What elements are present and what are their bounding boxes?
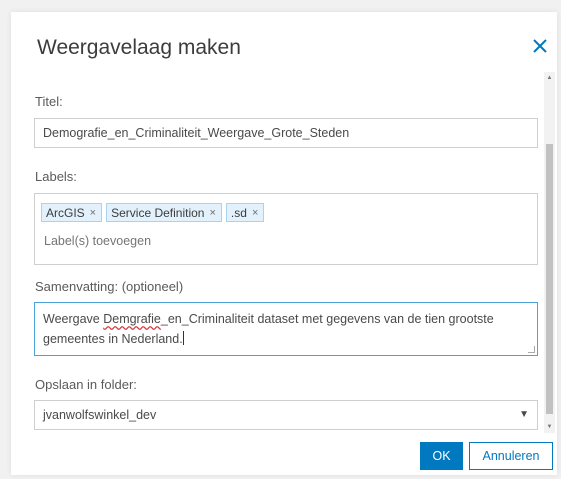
remove-tag-icon[interactable]: ×: [252, 207, 258, 219]
tag-service-definition: Service Definition ×: [106, 203, 222, 222]
labels-label: Labels:: [35, 169, 77, 184]
create-view-layer-dialog: Weergavelaag maken Titel: Demografie_en_…: [11, 12, 557, 475]
resize-grip-icon[interactable]: [528, 346, 535, 353]
summary-text-rest: _en_Criminaliteit dataset met gegevens v…: [160, 312, 494, 326]
remove-tag-icon[interactable]: ×: [90, 207, 96, 219]
ok-button[interactable]: OK: [420, 442, 463, 470]
misspelled-word: Demgrafie: [103, 312, 161, 326]
dropdown-arrow-icon[interactable]: ▼: [519, 401, 529, 429]
title-label: Titel:: [35, 94, 63, 109]
scroll-down-icon[interactable]: ▼: [544, 421, 555, 433]
dialog-content: Titel: Demografie_en_Criminaliteit_Weerg…: [11, 72, 544, 430]
summary-label: Samenvatting: (optioneel): [35, 279, 184, 294]
folder-label: Opslaan in folder:: [35, 377, 137, 392]
summary-textarea[interactable]: Weergave Demgrafie_en_Criminaliteit data…: [34, 302, 538, 356]
tag-label: Service Definition: [111, 205, 205, 220]
add-label-input[interactable]: [44, 234, 344, 248]
cancel-button[interactable]: Annuleren: [469, 442, 553, 470]
scroll-up-icon[interactable]: ▲: [544, 72, 555, 84]
dialog-title: Weergavelaag maken: [37, 36, 241, 59]
remove-tag-icon[interactable]: ×: [209, 207, 215, 219]
summary-text-start: Weergave: [43, 312, 104, 326]
tag-sd: .sd ×: [225, 203, 265, 222]
labels-input[interactable]: ArcGIS × Service Definition × .sd ×: [34, 193, 538, 265]
tag-label: .sd: [230, 205, 247, 220]
tag-list: ArcGIS × Service Definition × .sd ×: [41, 203, 265, 222]
title-input[interactable]: Demografie_en_Criminaliteit_Weergave_Gro…: [34, 118, 538, 148]
scroll-thumb[interactable]: [546, 144, 553, 414]
tag-label: ArcGIS: [46, 205, 85, 220]
close-icon[interactable]: [531, 37, 549, 55]
folder-select[interactable]: jvanwolfswinkel_dev ▼: [34, 400, 538, 430]
dialog-scrollbar[interactable]: ▲ ▼: [544, 72, 555, 433]
summary-text-line2: gemeentes in Nederland.: [43, 332, 183, 346]
folder-value: jvanwolfswinkel_dev: [43, 408, 157, 422]
text-cursor: [182, 331, 184, 345]
tag-arcgis: ArcGIS ×: [41, 203, 103, 222]
